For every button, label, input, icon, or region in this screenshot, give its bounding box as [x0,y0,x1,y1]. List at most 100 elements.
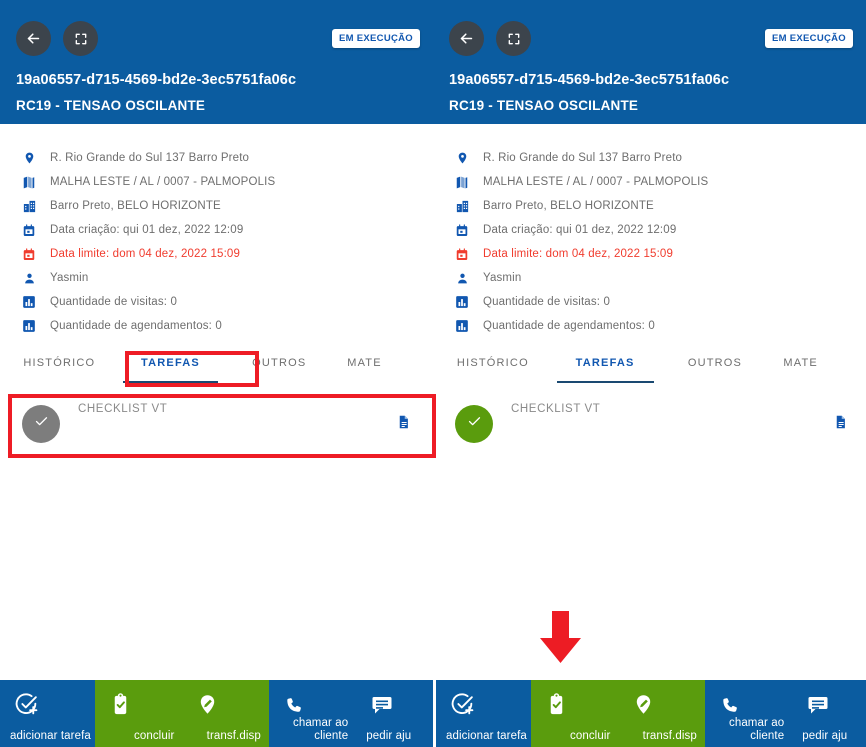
info-text: R. Rio Grande do Sul 137 Barro Preto [50,152,250,164]
toolbar-transf-disp[interactable]: transf.disp [182,680,269,747]
action-toolbar: adicionar tarefa concluir transf.disp ch… [433,680,866,747]
info-text: Quantidade de agendamentos: 0 [483,320,655,332]
add-task-icon [436,689,531,719]
info-text: Quantidade de visitas: 0 [50,296,177,308]
detail-header: EM EXECUÇÃO 19a06557-d715-4569-bd2e-3ec5… [433,0,866,124]
add-task-icon [0,689,95,719]
panel-before: EM EXECUÇÃO 19a06557-d715-4569-bd2e-3ec5… [0,0,433,747]
back-button[interactable] [16,21,51,56]
info-row: Quantidade de agendamentos: 0 [4,314,429,338]
info-text: Quantidade de agendamentos: 0 [50,320,222,332]
toolbar-chamar-ao-cliente[interactable]: chamar ao cliente [704,680,793,747]
tab-mate[interactable]: MATE [768,350,866,383]
info-text: MALHA LESTE / AL / 0007 - PALMOPOLIS [483,176,709,188]
toolbar-concluir[interactable]: concluir [95,680,183,747]
info-text: Yasmin [50,272,89,284]
tab-outros[interactable]: OUTROS [226,350,332,383]
info-text: Barro Preto, BELO HORIZONTE [483,200,654,212]
toolbar-adicionar-tarefa[interactable]: adicionar tarefa [436,680,532,747]
toolbar-pedir-ajuda[interactable]: pedir aju [356,680,433,747]
toolbar-chamar-ao-cliente[interactable]: chamar ao cliente [268,680,357,747]
toolbar-label: concluir [569,730,611,742]
document-icon[interactable] [396,413,411,436]
location-pin-icon [451,149,473,167]
page-title: 19a06557-d715-4569-bd2e-3ec5751fa06c [449,72,730,88]
info-text: Yasmin [483,272,522,284]
arrow-left-icon [25,30,42,47]
building-icon [18,197,40,215]
tab-historico[interactable]: HISTÓRICO [4,350,115,383]
chat-icon [356,689,433,719]
clipboard-check-icon [95,689,182,719]
calendar-alert-icon [451,245,473,263]
info-row: R. Rio Grande do Sul 137 Barro Preto [4,146,429,170]
clipboard-check-icon [531,689,618,719]
tab-outros[interactable]: OUTROS [662,350,769,383]
fullscreen-icon [74,32,88,46]
down-arrow-icon [538,611,583,670]
document-icon[interactable] [833,413,848,436]
info-row: Barro Preto, BELO HORIZONTE [4,194,429,218]
toolbar-label: pedir aju [802,730,848,742]
info-row-alert: Data limite: dom 04 dez, 2022 15:09 [4,242,429,266]
page-title: 19a06557-d715-4569-bd2e-3ec5751fa06c [16,72,297,88]
task-list: CHECKLIST VT [437,396,866,452]
task-label: CHECKLIST VT [78,403,168,415]
toolbar-adicionar-tarefa[interactable]: adicionar tarefa [0,680,96,747]
status-badge: EM EXECUÇÃO [331,29,420,48]
calendar-icon [451,221,473,239]
person-icon [18,269,40,287]
fullscreen-button[interactable] [63,21,98,56]
task-row[interactable]: CHECKLIST VT [437,396,866,452]
tab-tarefas[interactable]: TAREFAS [115,350,227,383]
info-text: Data criação: qui 01 dez, 2022 12:09 [50,224,244,236]
bar-chart-icon [18,317,40,335]
screenshot-stage: EM EXECUÇÃO 19a06557-d715-4569-bd2e-3ec5… [0,0,866,747]
fullscreen-button[interactable] [496,21,531,56]
info-text: Quantidade de visitas: 0 [483,296,610,308]
detail-sheet: R. Rio Grande do Sul 137 Barro Preto MAL… [437,124,866,747]
toolbar-label: chamar ao cliente [292,717,349,742]
tab-tarefas[interactable]: TAREFAS [549,350,662,383]
bar-chart-icon [451,317,473,335]
check-icon [34,414,49,434]
info-text: Barro Preto, BELO HORIZONTE [50,200,221,212]
info-row: Quantidade de agendamentos: 0 [437,314,866,338]
info-list: R. Rio Grande do Sul 137 Barro Preto MAL… [437,146,866,338]
info-text: Data criação: qui 01 dez, 2022 12:09 [483,224,677,236]
toolbar-pedir-ajuda[interactable]: pedir aju [792,680,866,747]
tab-historico[interactable]: HISTÓRICO [437,350,549,383]
task-list: CHECKLIST VT [4,396,429,452]
header-buttons [449,21,531,56]
toolbar-label: transf.disp [642,730,697,742]
bar-chart-icon [451,293,473,311]
info-list: R. Rio Grande do Sul 137 Barro Preto MAL… [4,146,429,338]
toolbar-label: transf.disp [206,730,261,742]
toolbar-transf-disp[interactable]: transf.disp [618,680,705,747]
task-status-avatar[interactable] [455,405,493,443]
back-button[interactable] [449,21,484,56]
building-icon [451,197,473,215]
info-row: Data criação: qui 01 dez, 2022 12:09 [437,218,866,242]
toolbar-concluir[interactable]: concluir [531,680,619,747]
transfer-pin-icon [618,689,704,719]
info-row: Data criação: qui 01 dez, 2022 12:09 [4,218,429,242]
tab-mate[interactable]: MATE [332,350,429,383]
bar-chart-icon [18,293,40,311]
info-row: Yasmin [437,266,866,290]
info-text: Data limite: dom 04 dez, 2022 15:09 [483,248,674,260]
transfer-pin-icon [182,689,268,719]
info-text: MALHA LESTE / AL / 0007 - PALMOPOLIS [50,176,276,188]
chat-icon [792,689,866,719]
info-text: Data limite: dom 04 dez, 2022 15:09 [50,248,241,260]
toolbar-label: adicionar tarefa [446,730,527,742]
task-row[interactable]: CHECKLIST VT [4,396,429,452]
toolbar-label: pedir aju [366,730,412,742]
location-pin-icon [18,149,40,167]
task-status-avatar[interactable] [22,405,60,443]
info-row: Yasmin [4,266,429,290]
arrow-left-icon [458,30,475,47]
info-row: R. Rio Grande do Sul 137 Barro Preto [437,146,866,170]
page-subtitle: RC19 - TENSAO OSCILANTE [449,98,639,113]
toolbar-label: chamar ao cliente [728,717,785,742]
